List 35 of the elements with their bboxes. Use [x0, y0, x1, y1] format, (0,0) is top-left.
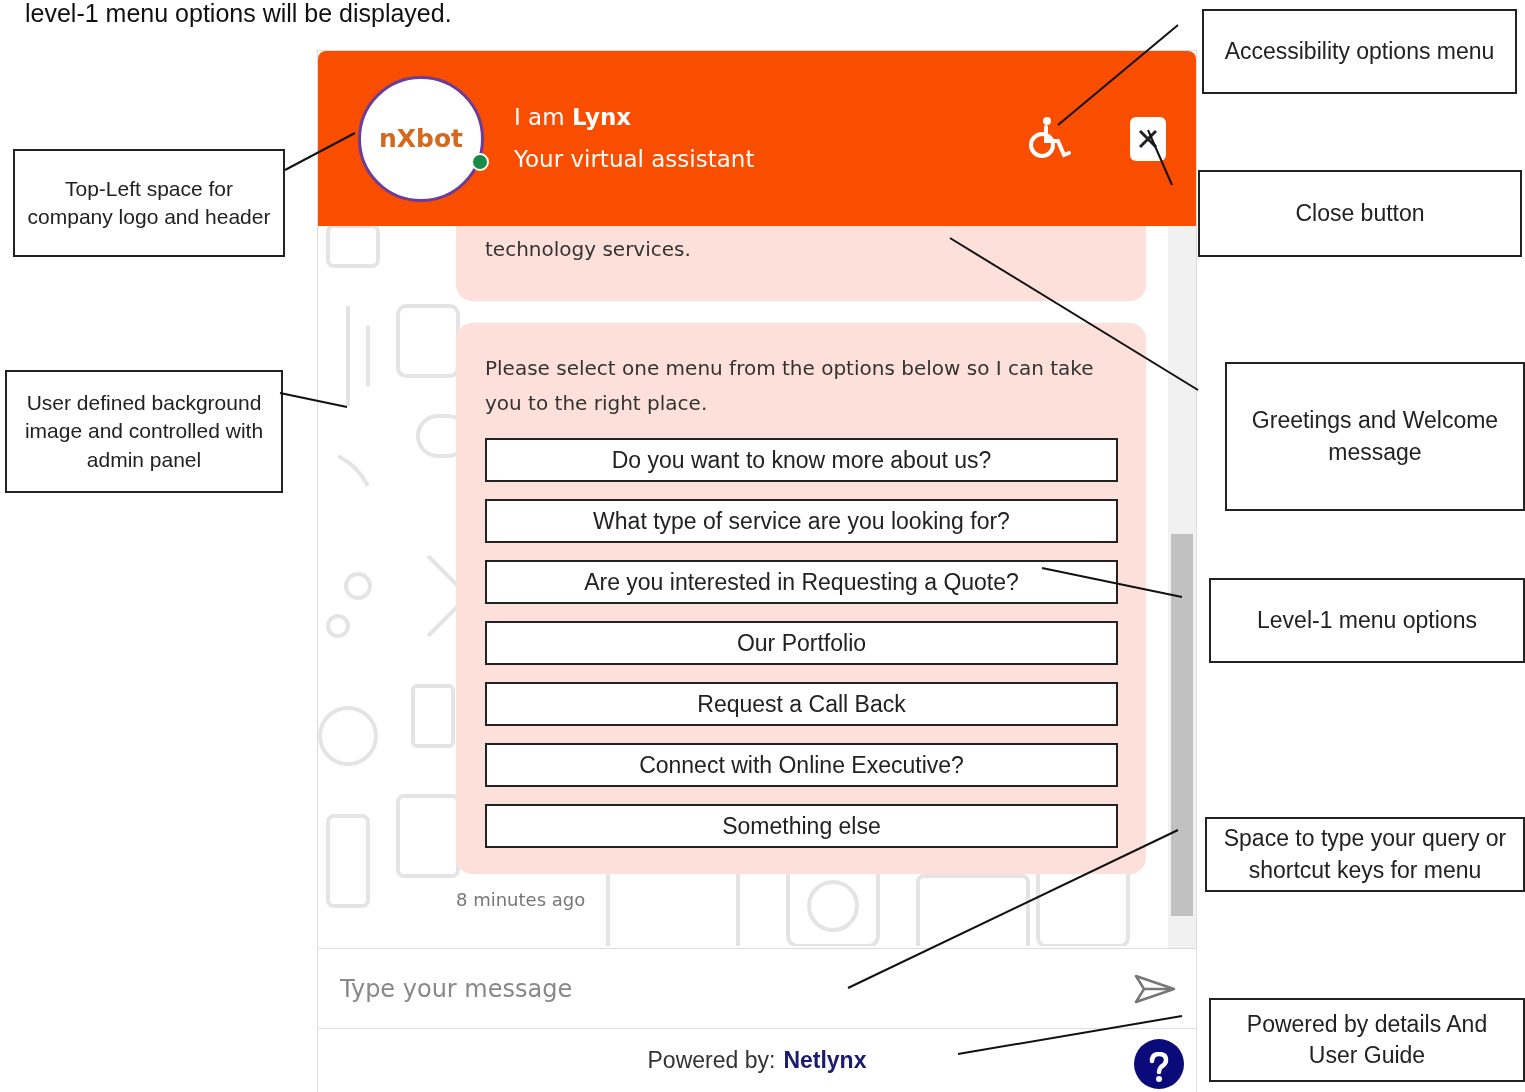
wheelchair-icon[interactable]	[1026, 116, 1072, 161]
menu-option-button[interactable]: What type of service are you looking for?	[485, 499, 1118, 543]
assistant-title: I am Lynx	[514, 103, 633, 133]
close-icon	[1137, 127, 1159, 150]
question-mark-icon	[1149, 1051, 1169, 1082]
message-timestamp: 8 minutes ago	[456, 888, 587, 912]
logo-text: nXbot	[378, 122, 464, 155]
callout-label: Top-Left space for company logo and header	[13, 149, 285, 257]
menu-option-button[interactable]: Our Portfolio	[485, 621, 1118, 665]
callout-label: Close button	[1198, 170, 1522, 257]
send-icon[interactable]	[1134, 973, 1176, 1004]
leader-line	[284, 132, 356, 171]
menu-option-button[interactable]: Something else	[485, 804, 1118, 848]
scrollbar-thumb[interactable]	[1171, 534, 1193, 916]
callout-label: Greetings and Welcome message	[1225, 362, 1525, 511]
leader-line	[279, 392, 348, 408]
callout-label: Level-1 menu options	[1209, 578, 1525, 663]
callout-label: Space to type your query or shortcut keys for menu	[1205, 817, 1525, 892]
message-text: Please select one menu from the options below so I can take you to the right place.	[485, 355, 1095, 417]
close-button[interactable]	[1130, 116, 1166, 161]
callout-label: User defined background image and controlled with admin panel	[5, 370, 283, 493]
powered-by-label: Powered by:	[647, 1046, 776, 1076]
menu-option-button[interactable]: Do you want to know more about us?	[485, 438, 1118, 482]
scrollbar[interactable]	[1168, 226, 1196, 948]
callout-label: Accessibility options menu	[1202, 9, 1517, 94]
menu-option-button[interactable]: Request a Call Back	[485, 682, 1118, 726]
leader-line	[1147, 129, 1173, 186]
callout-label: Powered by details And User Guide	[1209, 998, 1525, 1082]
message-text: technology services.	[485, 236, 692, 263]
menu-option-button[interactable]: Are you interested in Requesting a Quote?	[485, 560, 1118, 604]
menu-option-button[interactable]: Connect with Online Executive?	[485, 743, 1118, 787]
assistant-subtitle: Your virtual assistant	[514, 144, 756, 174]
powered-by-link[interactable]: Netlynx	[783, 1043, 867, 1078]
help-button[interactable]	[1134, 1039, 1184, 1089]
caption-text: level-1 menu options will be displayed.	[25, 0, 452, 28]
